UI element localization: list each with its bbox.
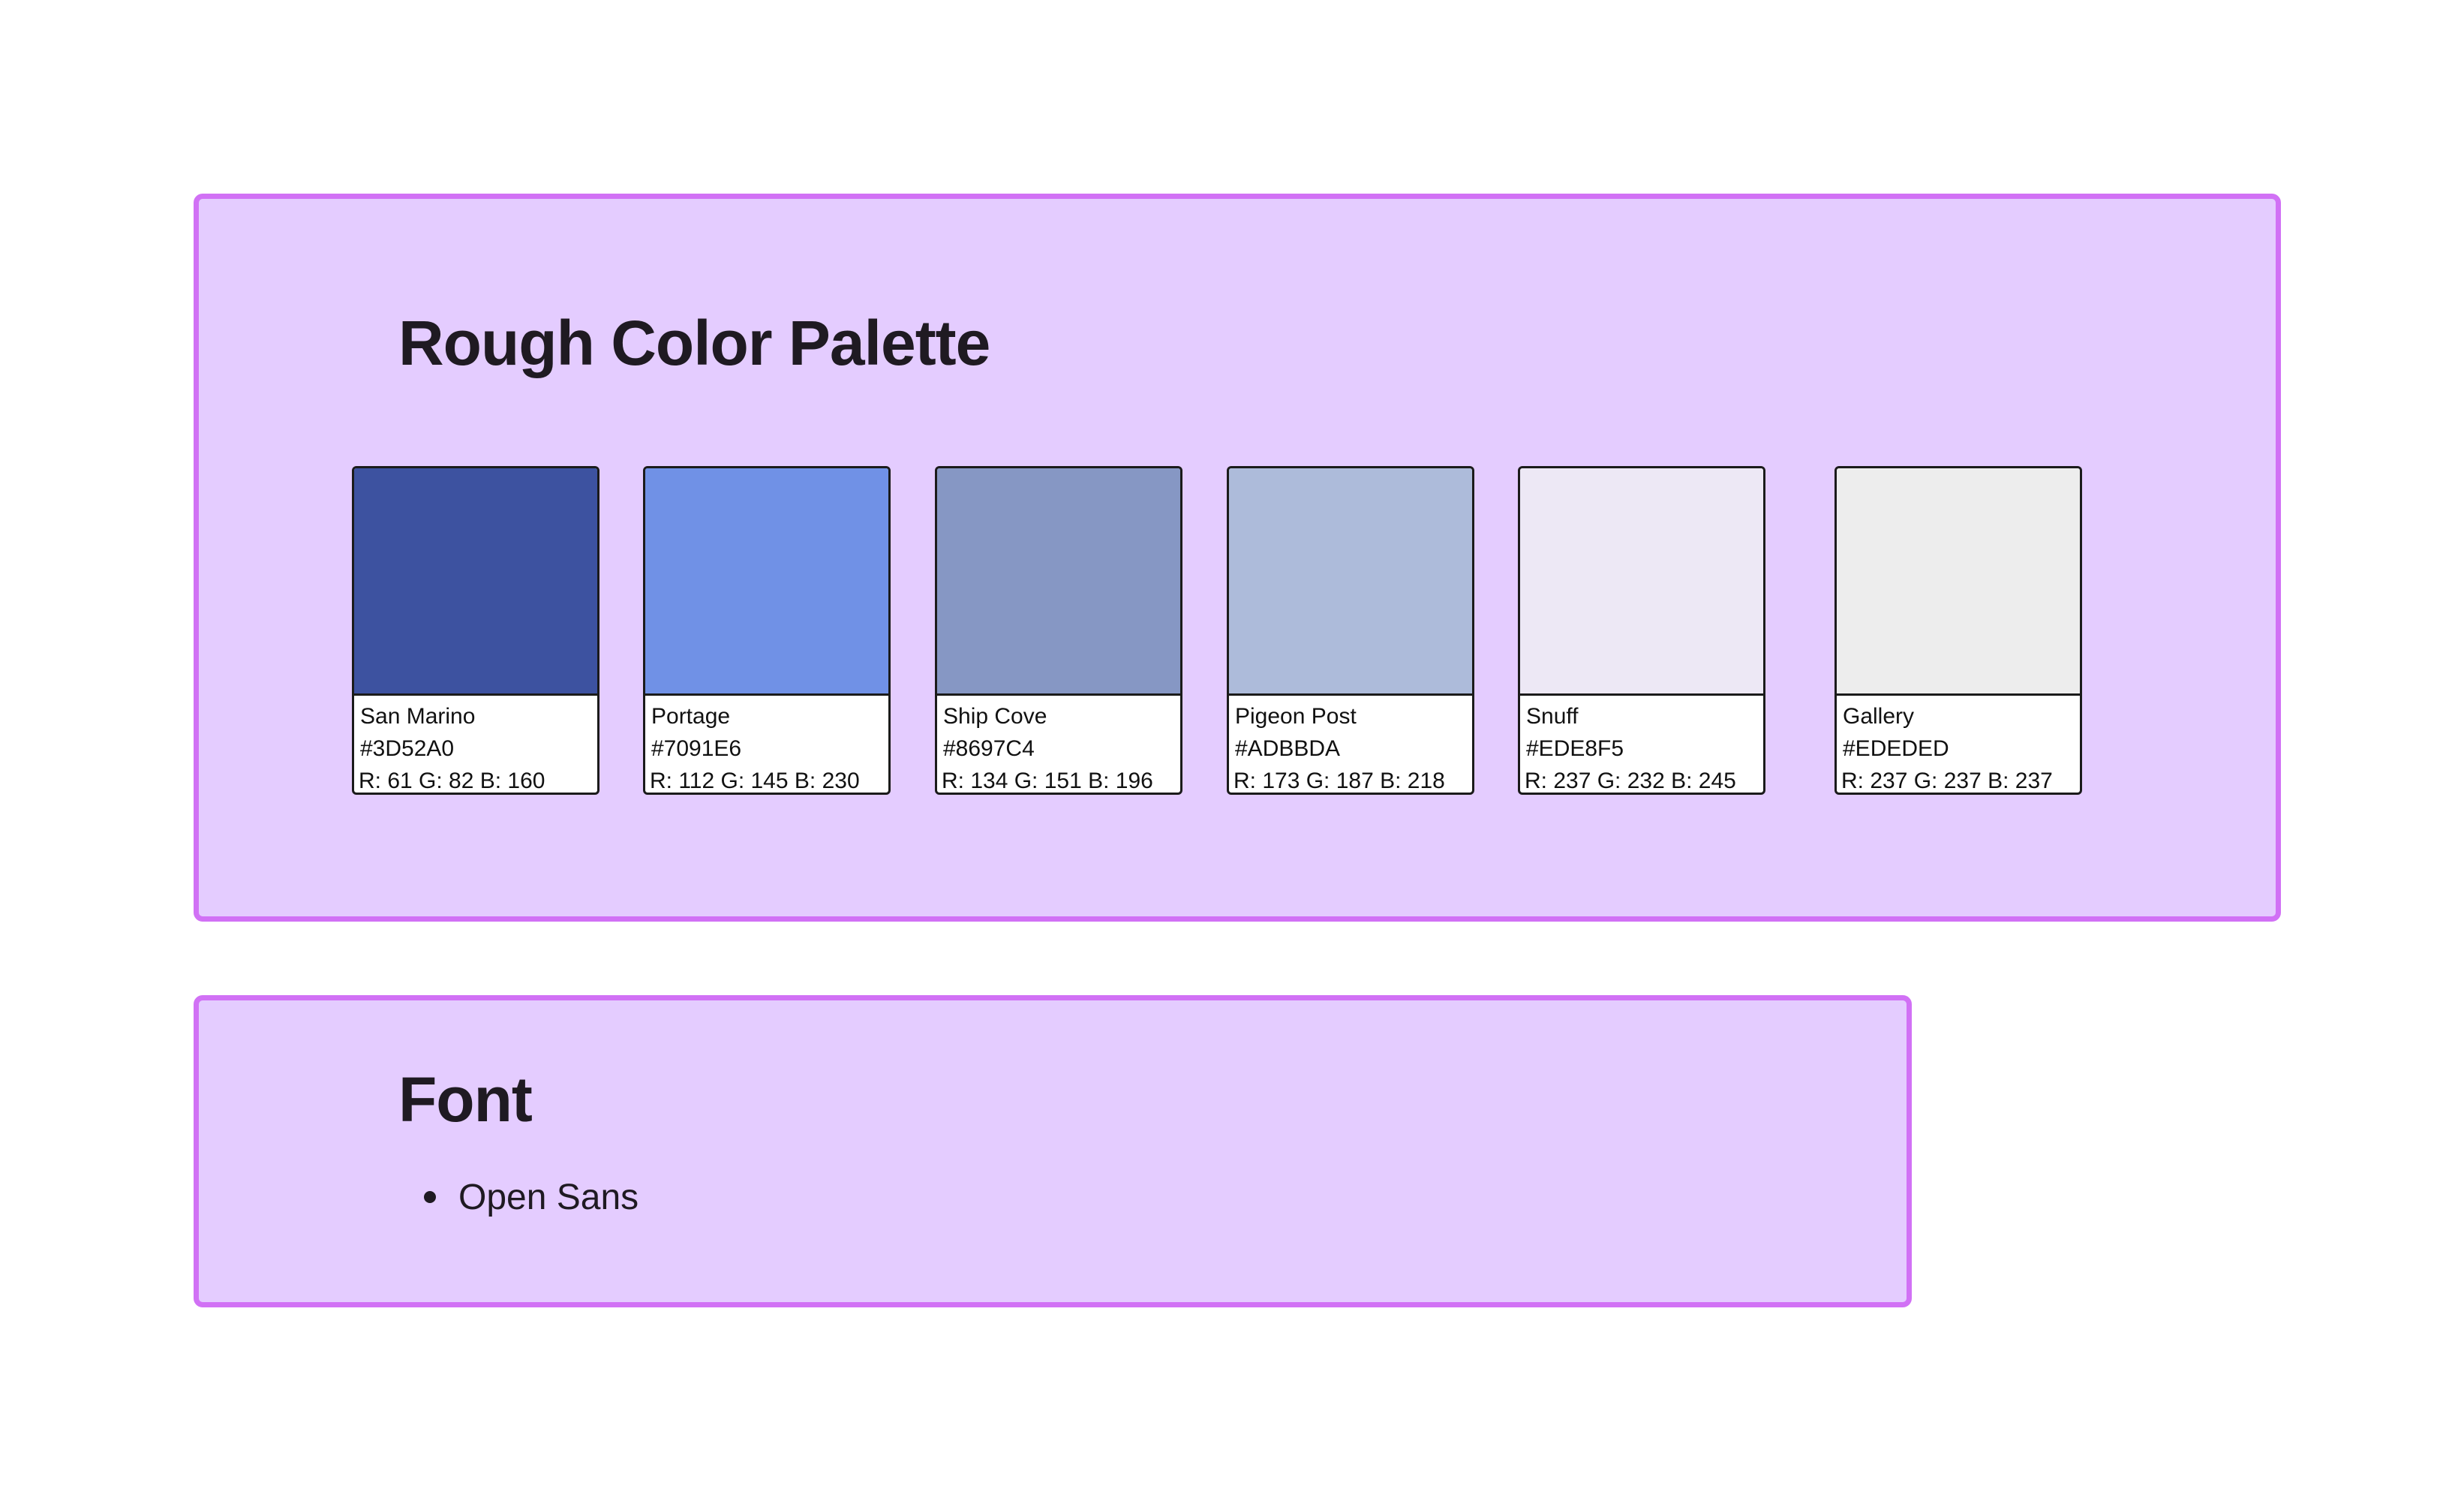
swatch-san-marino[interactable]: San Marino #3D52A0 R: 61 G: 82 B: 160 [352,466,599,795]
swatch-name: Pigeon Post [1235,704,1357,729]
font-title: Font [398,1064,533,1135]
swatch-snuff[interactable]: Snuff #EDE8F5 R: 237 G: 232 B: 245 [1518,466,1765,795]
swatch-ship-cove[interactable]: Ship Cove #8697C4 R: 134 G: 151 B: 196 [935,466,1182,795]
color-chip [1837,468,2080,696]
swatch-rgb: R: 173 G: 187 B: 218 [1234,769,1445,793]
swatch-name: Portage [651,704,731,729]
color-chip [645,468,888,696]
swatch-gallery[interactable]: Gallery #EDEDED R: 237 G: 237 B: 237 [1834,466,2082,795]
swatch-hex: #7091E6 [651,736,742,761]
font-list: Open Sans [424,1177,639,1219]
swatch-name: San Marino [360,704,476,729]
swatch-hex: #EDE8F5 [1526,736,1624,761]
swatch-name: Gallery [1843,704,1915,729]
swatch-hex: #ADBBDA [1235,736,1341,761]
color-chip [354,468,597,696]
color-chip [937,468,1180,696]
font-name: Open Sans [458,1178,639,1217]
swatch-name: Snuff [1526,704,1579,729]
swatch-portage[interactable]: Portage #7091E6 R: 112 G: 145 B: 230 [643,466,891,795]
swatch-rgb: R: 112 G: 145 B: 230 [650,769,860,793]
font-frame[interactable]: Font Open Sans [194,995,1912,1307]
swatch-rgb: R: 134 G: 151 B: 196 [942,769,1153,793]
swatch-rgb: R: 237 G: 232 B: 245 [1525,769,1736,793]
swatch-rgb: R: 61 G: 82 B: 160 [359,769,545,793]
color-palette-frame[interactable]: Rough Color Palette San Marino #3D52A0 R… [194,194,2281,922]
bullet-icon [424,1191,436,1203]
swatch-rgb: R: 237 G: 237 B: 237 [1841,769,2053,793]
palette-title: Rough Color Palette [398,308,990,378]
swatch-name: Ship Cove [943,704,1047,729]
swatch-pigeon-post[interactable]: Pigeon Post #ADBBDA R: 173 G: 187 B: 218 [1227,466,1474,795]
color-chip [1520,468,1763,696]
color-chip [1229,468,1472,696]
font-list-item: Open Sans [424,1177,639,1219]
swatch-hex: #8697C4 [943,736,1035,761]
swatch-hex: #EDEDED [1843,736,1949,761]
swatch-hex: #3D52A0 [360,736,455,761]
